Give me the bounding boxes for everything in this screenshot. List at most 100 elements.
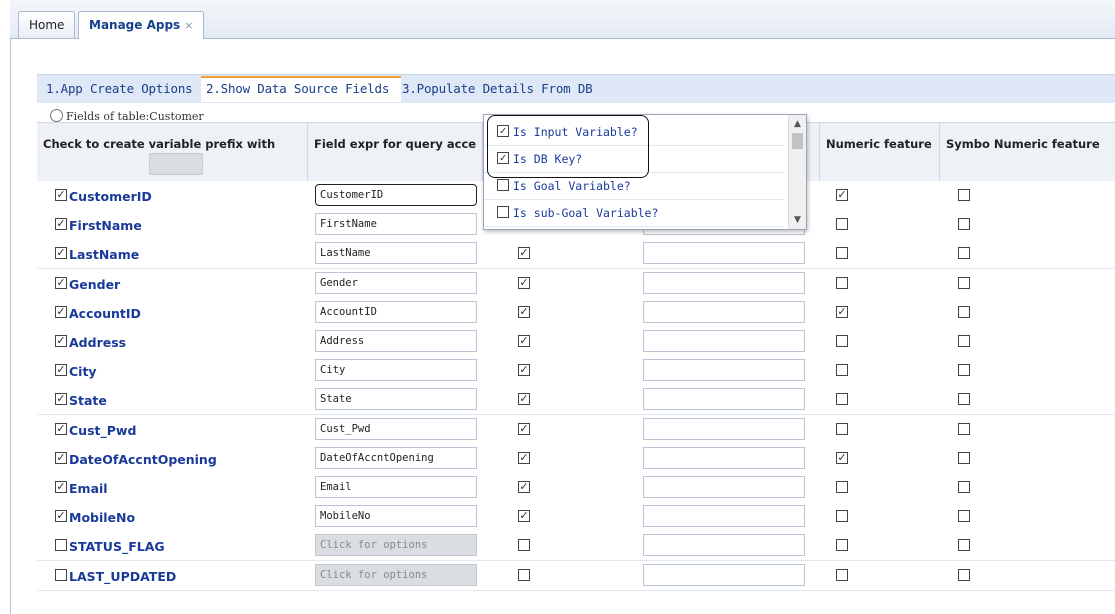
field-select-checkbox[interactable]: ✓ — [55, 393, 67, 406]
prefix-input[interactable] — [149, 153, 203, 175]
symbo-numeric-checkbox[interactable] — [958, 539, 970, 552]
value-input[interactable] — [643, 330, 805, 352]
input-variable-checkbox[interactable] — [518, 568, 530, 581]
numeric-feature-checkbox[interactable] — [836, 364, 848, 377]
input-variable-checkbox[interactable]: ✓ — [518, 393, 530, 406]
value-input[interactable] — [643, 300, 805, 323]
value-input[interactable] — [643, 388, 805, 411]
field-select-checkbox[interactable]: ✓ — [55, 335, 67, 347]
numeric-feature-checkbox[interactable] — [836, 218, 848, 231]
numeric-feature-checkbox[interactable] — [836, 568, 848, 581]
field-expr-input[interactable]: Email — [315, 476, 477, 498]
symbo-numeric-checkbox[interactable] — [958, 451, 970, 464]
symbo-numeric-checkbox[interactable] — [958, 510, 970, 523]
symbo-numeric-checkbox[interactable] — [958, 276, 970, 289]
numeric-feature-checkbox[interactable]: ✓ — [836, 305, 848, 318]
value-input[interactable] — [643, 476, 805, 498]
wizard-step-app-create-options[interactable]: 1.App Create Options — [41, 78, 205, 100]
wizard-step-populate-details[interactable]: 3.Populate Details From DB — [397, 78, 605, 100]
value-input[interactable] — [643, 359, 805, 382]
field-expr-input[interactable]: Address — [315, 330, 477, 352]
close-icon[interactable]: × — [184, 19, 193, 32]
symbo-numeric-checkbox[interactable] — [958, 218, 970, 231]
field-select-checkbox[interactable]: ✓ — [55, 481, 67, 493]
table-row: ✓ AccountID AccountID ✓ ✓ — [37, 297, 1115, 328]
symbo-numeric-checkbox[interactable] — [958, 247, 970, 260]
dropdown-option[interactable]: Is sub-Goal Variable? — [484, 200, 784, 227]
input-variable-checkbox[interactable]: ✓ — [518, 305, 530, 318]
input-variable-checkbox[interactable]: ✓ — [518, 422, 530, 435]
value-input[interactable] — [643, 242, 805, 265]
input-variable-checkbox[interactable]: ✓ — [518, 510, 530, 523]
numeric-feature-checkbox[interactable] — [836, 393, 848, 406]
field-expr-input[interactable]: MobileNo — [315, 505, 477, 528]
field-select-checkbox[interactable]: ✓ — [55, 305, 67, 318]
tab-home[interactable]: Home — [18, 11, 76, 38]
field-select-checkbox[interactable] — [55, 568, 67, 581]
numeric-feature-checkbox[interactable] — [836, 539, 848, 552]
option-checkbox[interactable] — [497, 179, 509, 191]
field-expr-input[interactable]: AccountID — [315, 300, 477, 323]
input-variable-checkbox[interactable]: ✓ — [518, 451, 530, 464]
symbo-numeric-checkbox[interactable] — [958, 568, 970, 581]
field-expr-input[interactable]: City — [315, 359, 477, 382]
value-input[interactable] — [643, 534, 805, 557]
field-expr-input[interactable]: DateOfAccntOpening — [315, 446, 477, 469]
field-expr-input[interactable]: Cust_Pwd — [315, 417, 477, 440]
numeric-feature-checkbox[interactable] — [836, 247, 848, 260]
field-select-checkbox[interactable]: ✓ — [55, 247, 67, 260]
tab-manage-apps[interactable]: Manage Apps × — [78, 11, 205, 39]
options-select[interactable]: Click for options — [315, 563, 477, 586]
scrollbar-thumb[interactable] — [792, 133, 803, 149]
symbo-numeric-checkbox[interactable] — [958, 364, 970, 377]
field-select-checkbox[interactable]: ✓ — [55, 451, 67, 464]
field-select-checkbox[interactable]: ✓ — [55, 510, 67, 523]
option-checkbox[interactable] — [497, 206, 509, 218]
field-select-checkbox[interactable]: ✓ — [55, 364, 67, 377]
chevron-down-icon[interactable]: ▼ — [789, 213, 806, 227]
numeric-feature-checkbox[interactable] — [836, 422, 848, 435]
field-select-checkbox[interactable] — [55, 539, 67, 552]
symbo-numeric-checkbox[interactable] — [958, 422, 970, 435]
value-input[interactable] — [643, 417, 805, 440]
value-input[interactable] — [643, 505, 805, 528]
options-dropdown[interactable]: ✓ Is Input Variable? ✓ Is DB Key? Is Goal Va… — [483, 114, 807, 230]
wizard-step-show-data-source-fields[interactable]: 2.Show Data Source Fields — [201, 76, 401, 102]
collapse-icon[interactable] — [50, 109, 63, 122]
input-variable-checkbox[interactable]: ✓ — [518, 276, 530, 289]
symbo-numeric-checkbox[interactable] — [958, 481, 970, 493]
symbo-numeric-checkbox[interactable] — [958, 189, 970, 201]
dropdown-scrollbar[interactable]: ▲ ▼ — [788, 115, 806, 229]
symbo-numeric-checkbox[interactable] — [958, 393, 970, 406]
numeric-feature-checkbox[interactable] — [836, 276, 848, 289]
symbo-numeric-checkbox[interactable] — [958, 305, 970, 318]
input-variable-checkbox[interactable]: ✓ — [518, 335, 530, 347]
field-select-checkbox[interactable]: ✓ — [55, 422, 67, 435]
field-expr-input[interactable]: LastName — [315, 242, 477, 265]
chevron-up-icon[interactable]: ▲ — [789, 117, 806, 131]
symbo-numeric-checkbox[interactable] — [958, 335, 970, 347]
field-expr-input[interactable]: FirstName — [315, 213, 477, 236]
value-input[interactable] — [643, 446, 805, 469]
input-variable-checkbox[interactable] — [518, 539, 530, 552]
numeric-feature-checkbox[interactable] — [836, 510, 848, 523]
numeric-feature-checkbox[interactable] — [836, 335, 848, 347]
numeric-feature-checkbox[interactable] — [836, 481, 848, 493]
numeric-feature-checkbox[interactable]: ✓ — [836, 189, 848, 201]
field-expr-input[interactable]: State — [315, 388, 477, 411]
field-expr-input[interactable]: Gender — [315, 271, 477, 294]
input-variable-checkbox[interactable]: ✓ — [518, 247, 530, 260]
field-select-checkbox[interactable]: ✓ — [55, 189, 67, 201]
input-variable-checkbox[interactable]: ✓ — [518, 481, 530, 493]
field-expr-input[interactable]: CustomerID — [315, 184, 477, 206]
field-select-checkbox[interactable]: ✓ — [55, 218, 67, 231]
value-input[interactable] — [643, 271, 805, 294]
options-select[interactable]: Click for options — [315, 534, 477, 557]
field-name: City — [69, 364, 97, 380]
input-variable-checkbox[interactable]: ✓ — [518, 364, 530, 377]
field-select-checkbox[interactable]: ✓ — [55, 276, 67, 289]
table-row: ✓ LastName LastName ✓ — [37, 239, 1115, 270]
column-header-numeric-label: Numeric feature — [826, 137, 932, 151]
numeric-feature-checkbox[interactable]: ✓ — [836, 451, 848, 464]
value-input[interactable] — [643, 563, 805, 586]
